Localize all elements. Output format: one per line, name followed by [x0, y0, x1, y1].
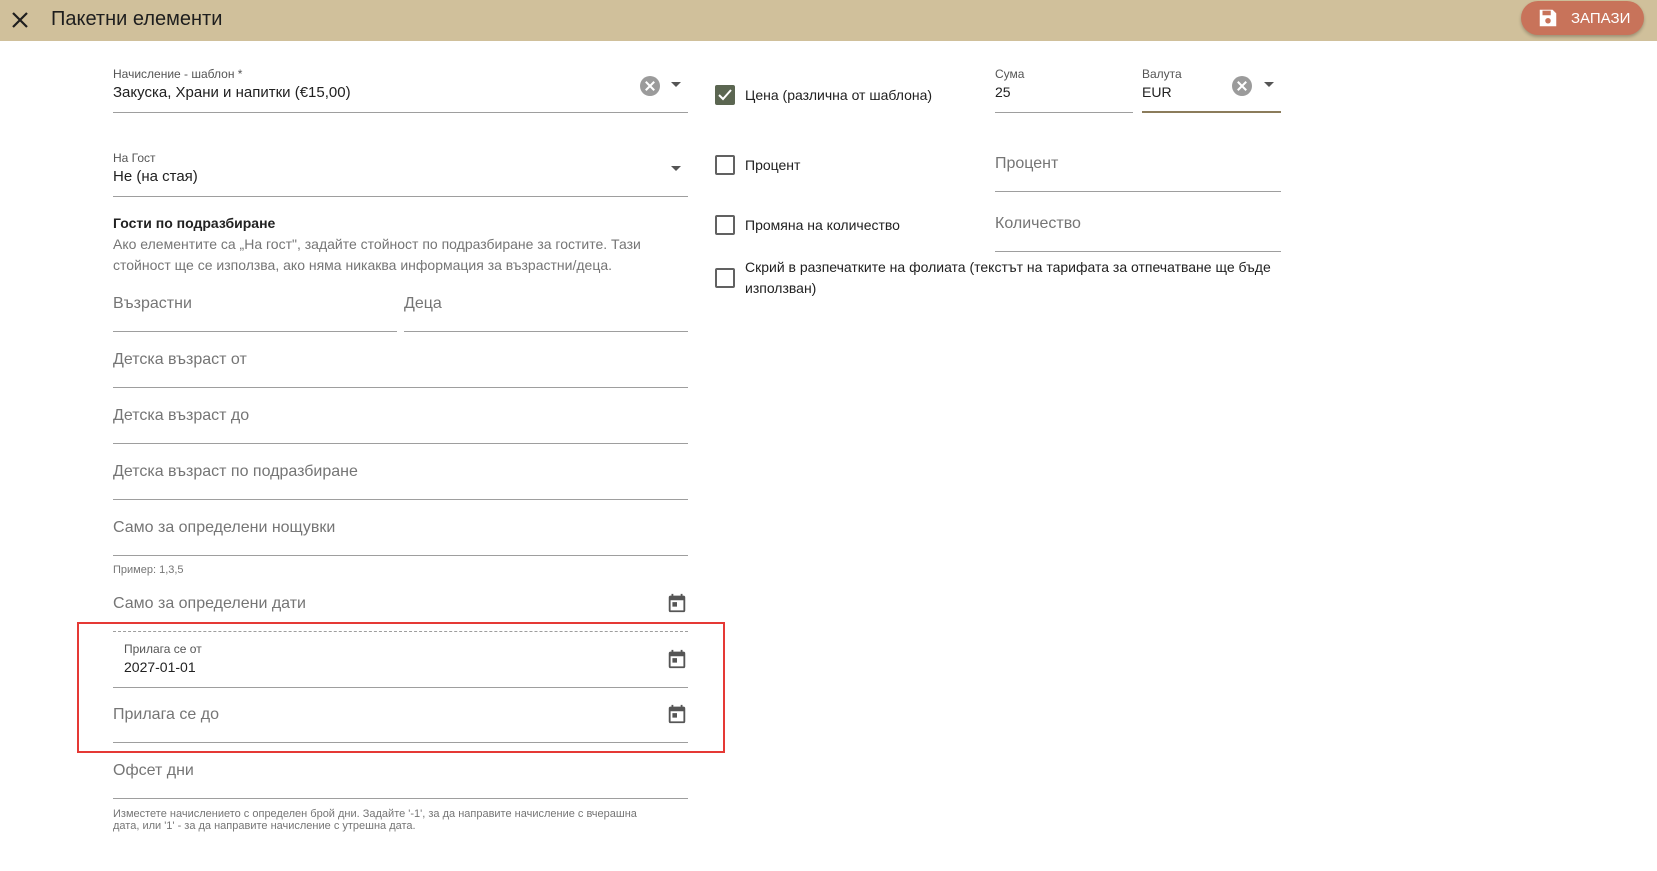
percent-label: Процент [745, 157, 801, 173]
percent-input[interactable]: Процент [995, 150, 1281, 192]
adults-input[interactable]: Възрастни [113, 290, 397, 332]
specific-nights-input[interactable]: Само за определени нощувки [113, 514, 688, 556]
specific-nights-placeholder: Само за определени нощувки [113, 519, 336, 536]
applies-to-input[interactable]: Прилага се до [113, 701, 688, 743]
amount-input[interactable]: Сума 25 [995, 66, 1133, 113]
per-guest-label: На Гост [113, 151, 156, 165]
applies-to-placeholder: Прилага се до [113, 706, 219, 723]
page-title: Пакетни елементи [51, 8, 223, 30]
offset-days-hint-line1: Изместете начислението с определен брой … [113, 808, 637, 820]
applies-from-input[interactable]: Прилага се от 2027-01-01 [113, 641, 688, 688]
currency-select[interactable]: Валута EUR [1142, 66, 1281, 113]
specific-nights-hint: Пример: 1,3,5 [113, 564, 184, 576]
child-age-from-input[interactable]: Детска възраст от [113, 346, 688, 388]
quantity-placeholder: Количество [995, 215, 1081, 232]
specific-dates-placeholder: Само за определени дати [113, 595, 306, 612]
children-placeholder: Деца [404, 295, 442, 312]
default-guests-title: Гости по подразбиране [113, 215, 276, 231]
amount-label: Сума [995, 67, 1025, 81]
child-age-to-input[interactable]: Детска възраст до [113, 402, 688, 444]
clear-icon[interactable] [640, 76, 660, 96]
offset-days-hint-line2: дата, или '1' - за да направите начислен… [113, 820, 416, 832]
chevron-down-icon[interactable] [671, 166, 681, 171]
calendar-icon[interactable] [666, 592, 688, 614]
calendar-icon[interactable] [666, 648, 688, 670]
save-button[interactable]: ЗАПАЗИ [1521, 1, 1644, 35]
charge-template-value: Закуска, Храни и напитки (€15,00) [113, 84, 351, 101]
applies-from-value: 2027-01-01 [124, 659, 196, 675]
hide-in-folio-label-line2: използван) [745, 280, 817, 296]
applies-from-label: Прилага се от [124, 642, 202, 656]
offset-days-placeholder: Офсет дни [113, 762, 194, 779]
currency-value: EUR [1142, 84, 1172, 100]
quantity-change-label: Промяна на количество [745, 217, 900, 233]
hide-in-folio-label-line1: Скрий в разпечатките на фолиата (текстът… [745, 259, 1271, 275]
quantity-input[interactable]: Количество [995, 210, 1281, 252]
calendar-icon[interactable] [666, 703, 688, 725]
child-age-default-input[interactable]: Детска възраст по подразбиране [113, 458, 688, 500]
offset-days-input[interactable]: Офсет дни [113, 757, 688, 799]
percent-placeholder: Процент [995, 155, 1059, 172]
child-age-to-placeholder: Детска възраст до [113, 407, 250, 424]
percent-checkbox[interactable] [715, 155, 735, 175]
price-override-checkbox[interactable] [715, 85, 735, 105]
currency-label: Валута [1142, 67, 1182, 81]
default-guests-description-line2: стойност ще се използва, ако няма никакв… [113, 257, 613, 273]
save-icon [1539, 9, 1557, 27]
child-age-default-placeholder: Детска възраст по подразбиране [113, 463, 358, 480]
close-icon[interactable] [8, 8, 32, 32]
hide-in-folio-checkbox[interactable] [715, 268, 735, 288]
default-guests-description-line1: Ако елементите са „На гост", задайте сто… [113, 236, 641, 252]
children-input[interactable]: Деца [404, 290, 688, 332]
per-guest-select[interactable]: На Гост Не (на стая) [113, 150, 688, 197]
specific-dates-input[interactable]: Само за определени дати [113, 590, 688, 632]
per-guest-value: Не (на стая) [113, 168, 198, 185]
charge-template-label: Начисление - шаблон * [113, 67, 243, 81]
price-override-label: Цена (различна от шаблона) [745, 87, 933, 103]
adults-placeholder: Възрастни [113, 295, 192, 312]
save-button-label: ЗАПАЗИ [1571, 9, 1631, 27]
quantity-change-checkbox[interactable] [715, 215, 735, 235]
clear-icon[interactable] [1232, 76, 1252, 96]
charge-template-select[interactable]: Начисление - шаблон * Закуска, Храни и н… [113, 66, 688, 113]
chevron-down-icon[interactable] [671, 82, 681, 87]
check-icon [718, 89, 732, 101]
chevron-down-icon[interactable] [1264, 82, 1274, 87]
child-age-from-placeholder: Детска възраст от [113, 351, 247, 368]
top-bar: Пакетни елементи ЗАПАЗИ [0, 0, 1657, 41]
amount-value: 25 [995, 84, 1011, 100]
